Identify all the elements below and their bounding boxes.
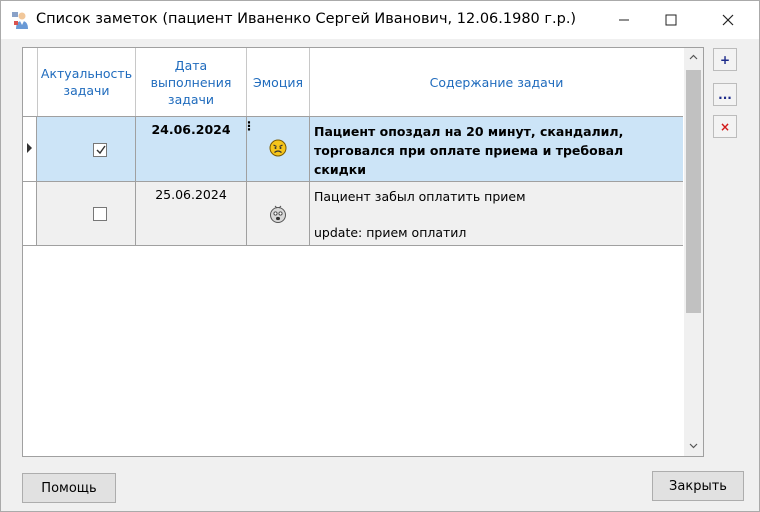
content-cell: Пациент забыл оплатить прием update: при… bbox=[310, 182, 683, 245]
column-header-relevance-line1: Актуальность bbox=[40, 66, 133, 81]
close-window-button[interactable] bbox=[705, 1, 751, 39]
row-selector[interactable] bbox=[23, 182, 37, 245]
maximize-button[interactable] bbox=[648, 1, 694, 39]
window-title: Список заметок (пациент Иваненко Сергей … bbox=[36, 11, 577, 27]
scrollbar-thumb[interactable] bbox=[686, 70, 701, 313]
close-button[interactable]: Закрыть bbox=[652, 471, 744, 501]
delete-note-button[interactable]: × bbox=[713, 115, 737, 138]
minimize-button[interactable] bbox=[601, 1, 647, 39]
relevance-cell bbox=[37, 117, 136, 181]
column-header-content[interactable]: Содержание задачи bbox=[310, 48, 683, 116]
relevance-checkbox[interactable] bbox=[93, 143, 107, 157]
content-line: update: прием оплатил bbox=[314, 225, 467, 240]
add-note-button[interactable]: + bbox=[713, 48, 737, 71]
emotion-cell bbox=[247, 117, 310, 181]
checkmark-icon bbox=[96, 145, 106, 155]
emotion-cell bbox=[247, 182, 310, 245]
table-row[interactable]: 24.06.2024 ⋮ Пациент опоздал на 20 минут… bbox=[23, 117, 692, 182]
vertical-scrollbar[interactable] bbox=[684, 48, 703, 456]
column-header-due-date-line3: задачи bbox=[167, 91, 215, 107]
scroll-up-icon[interactable] bbox=[688, 52, 699, 63]
maximize-icon bbox=[665, 14, 677, 26]
scroll-down-icon[interactable] bbox=[688, 440, 699, 451]
content-line: торговался при оплате приема и требовал … bbox=[314, 143, 624, 177]
angry-face-icon bbox=[269, 139, 287, 157]
due-date-cell: 24.06.2024 ⋮ bbox=[136, 117, 255, 181]
relevance-cell bbox=[37, 182, 136, 245]
grid-header: Актуальность задачи Дата выполнения зада… bbox=[23, 48, 683, 117]
minimize-icon bbox=[619, 19, 629, 21]
table-row[interactable]: 25.06.2024 Пациент забыл оплатить прием … bbox=[23, 182, 683, 246]
edit-note-button[interactable]: ... bbox=[713, 83, 737, 106]
due-date-cell: 25.06.2024 bbox=[136, 182, 247, 245]
column-header-due-date-line2: выполнения bbox=[150, 74, 232, 90]
doctor-app-icon bbox=[12, 12, 28, 29]
column-header-due-date-line1: Дата bbox=[174, 57, 208, 73]
row-selector[interactable] bbox=[23, 117, 37, 181]
column-header-emotion[interactable]: Эмоция bbox=[247, 48, 310, 116]
title-bar[interactable]: Список заметок (пациент Иваненко Сергей … bbox=[1, 1, 759, 39]
header-row-selector bbox=[23, 48, 38, 116]
content-cell: Пациент опоздал на 20 минут, скандалил, … bbox=[310, 117, 692, 181]
due-date-value: 24.06.2024 bbox=[151, 122, 231, 137]
column-header-relevance-line2: задачи bbox=[63, 83, 110, 98]
content-line: Пациент опоздал на 20 минут, скандалил, bbox=[314, 124, 624, 139]
shocked-face-icon bbox=[270, 205, 286, 223]
content-line: Пациент забыл оплатить прием bbox=[314, 189, 526, 204]
close-icon bbox=[722, 14, 734, 26]
relevance-checkbox[interactable] bbox=[93, 207, 107, 221]
due-date-value: 25.06.2024 bbox=[155, 187, 227, 202]
current-row-indicator-icon bbox=[27, 143, 32, 153]
column-header-due-date[interactable]: Дата выполнения задачи bbox=[136, 48, 247, 116]
content-text: Пациент опоздал на 20 минут, скандалил, … bbox=[314, 122, 679, 179]
column-header-emotion-label: Эмоция bbox=[253, 74, 303, 90]
help-button[interactable]: Помощь bbox=[22, 473, 116, 503]
notes-window: Список заметок (пациент Иваненко Сергей … bbox=[0, 0, 760, 512]
notes-grid[interactable]: Актуальность задачи Дата выполнения зада… bbox=[22, 47, 704, 457]
column-header-relevance[interactable]: Актуальность задачи bbox=[38, 48, 136, 116]
column-header-content-label: Содержание задачи bbox=[429, 74, 564, 90]
